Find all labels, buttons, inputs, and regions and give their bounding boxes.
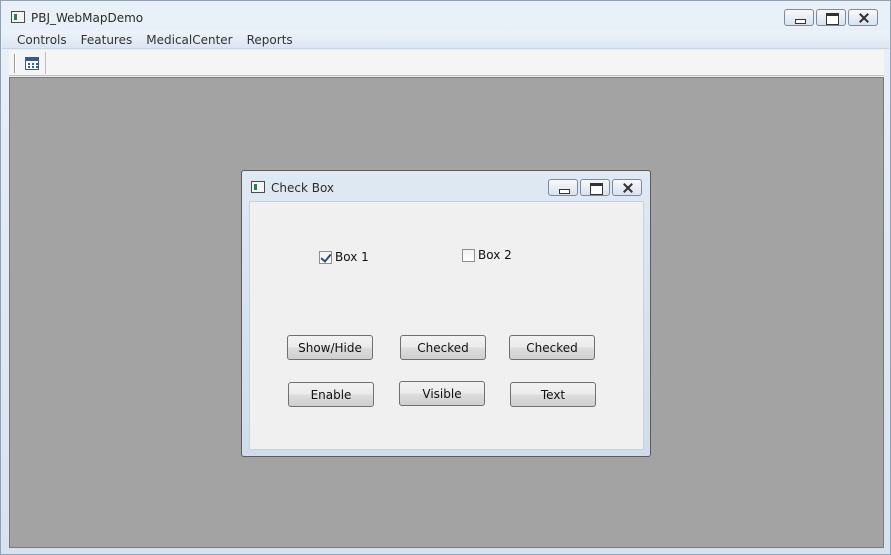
calendar-icon bbox=[25, 57, 39, 70]
app-title: PBJ_WebMapDemo bbox=[31, 11, 144, 25]
child-minimize-button[interactable] bbox=[548, 179, 578, 196]
show-hide-button[interactable]: Show/Hide bbox=[287, 335, 373, 360]
checkbox-box1[interactable]: Box 1 bbox=[319, 250, 369, 264]
check-box-window: Check Box Box 1 Box 2 Show/Hide Checked … bbox=[241, 170, 651, 457]
child-window-title: Check Box bbox=[271, 181, 335, 195]
menubar: Controls Features MedicalCenter Reports bbox=[2, 31, 889, 49]
child-titlebar[interactable]: Check Box bbox=[242, 171, 650, 201]
minimize-button[interactable] bbox=[784, 9, 814, 26]
checkbox-box2-label: Box 2 bbox=[478, 248, 512, 262]
app-icon bbox=[11, 11, 25, 23]
menu-medicalcenter[interactable]: MedicalCenter bbox=[139, 33, 239, 47]
child-client-area: Box 1 Box 2 Show/Hide Checked Checked En… bbox=[249, 201, 644, 450]
visible-button[interactable]: Visible bbox=[399, 381, 485, 406]
checkbox-box2[interactable]: Box 2 bbox=[462, 248, 512, 262]
main-titlebar[interactable]: PBJ_WebMapDemo bbox=[1, 1, 890, 31]
main-window: PBJ_WebMapDemo Controls Features Medical… bbox=[0, 0, 891, 555]
child-window-icon bbox=[251, 181, 265, 193]
window-controls bbox=[784, 9, 878, 26]
menu-reports[interactable]: Reports bbox=[240, 33, 300, 47]
toolbar bbox=[9, 50, 884, 76]
checkbox-box1-indicator[interactable] bbox=[319, 250, 332, 264]
toolbar-grip[interactable] bbox=[14, 54, 16, 73]
child-close-button[interactable] bbox=[612, 179, 642, 196]
maximize-button[interactable] bbox=[816, 9, 846, 26]
menu-controls[interactable]: Controls bbox=[10, 33, 74, 47]
checkbox-box1-label: Box 1 bbox=[335, 250, 369, 264]
child-window-controls bbox=[548, 179, 642, 196]
enable-button[interactable]: Enable bbox=[288, 382, 374, 407]
text-button[interactable]: Text bbox=[510, 382, 596, 407]
child-maximize-button[interactable] bbox=[580, 179, 610, 196]
close-button[interactable] bbox=[848, 9, 878, 26]
checkbox-box2-indicator[interactable] bbox=[462, 248, 475, 262]
calendar-button[interactable] bbox=[21, 52, 43, 74]
checked-button-1[interactable]: Checked bbox=[400, 335, 486, 360]
checked-button-2[interactable]: Checked bbox=[509, 335, 595, 360]
menu-features[interactable]: Features bbox=[74, 33, 140, 47]
toolbar-separator bbox=[45, 52, 46, 74]
